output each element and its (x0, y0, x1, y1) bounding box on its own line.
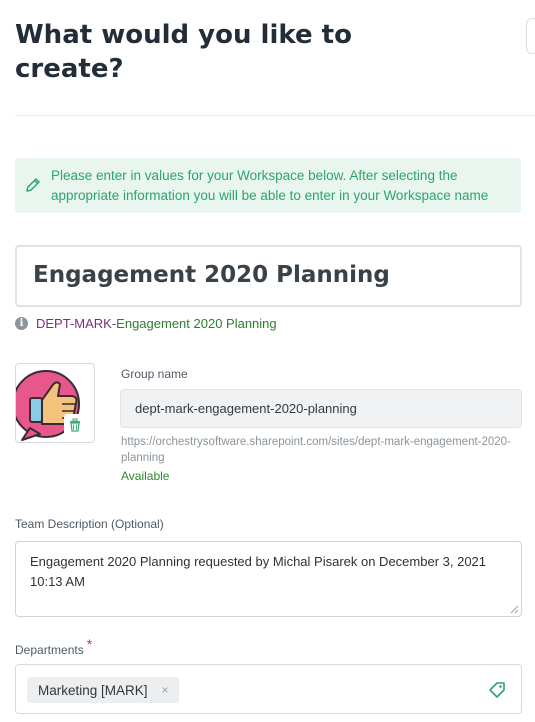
group-name-value[interactable]: dept-mark-engagement-2020-planning (135, 401, 357, 416)
delete-logo-button[interactable] (64, 414, 86, 436)
department-tag-label: Marketing [MARK] (38, 682, 148, 698)
description-textarea[interactable]: Engagement 2020 Planning requested by Mi… (15, 541, 522, 617)
resize-handle-icon[interactable] (509, 604, 519, 614)
info-banner: Please enter in values for your Workspac… (15, 158, 521, 213)
description-value[interactable]: Engagement 2020 Planning requested by Mi… (30, 552, 505, 592)
page-title: What would you like to create? (15, 20, 352, 84)
remove-tag-icon[interactable]: × (162, 683, 169, 697)
group-name-input[interactable]: dept-mark-engagement-2020-planning (120, 389, 522, 428)
tag-icon[interactable] (487, 680, 507, 700)
header-divider (15, 115, 535, 116)
group-availability-status: Available (121, 469, 170, 483)
description-label: Team Description (Optional) (15, 517, 164, 531)
header-action-button[interactable] (526, 18, 535, 54)
group-url: https://orchestrysoftware.sharepoint.com… (121, 436, 511, 464)
departments-label-text: Departments (15, 643, 84, 657)
pencil-icon (26, 178, 40, 192)
workspace-name-preview: i DEPT-MARK- Engagement 2020 Planning (15, 314, 277, 332)
info-icon: i (15, 316, 28, 330)
workspace-name-value[interactable]: Engagement 2020 Planning (33, 262, 390, 288)
departments-select[interactable]: Marketing [MARK] × (15, 664, 522, 714)
preview-name: Engagement 2020 Planning (116, 315, 277, 331)
departments-label: Departments * (15, 636, 92, 657)
info-banner-message: Please enter in values for your Workspac… (51, 168, 489, 203)
group-name-label: Group name (121, 367, 188, 381)
workspace-name-input[interactable]: Engagement 2020 Planning (15, 245, 522, 307)
required-marker: * (86, 636, 93, 652)
department-tag: Marketing [MARK] × (27, 677, 179, 703)
preview-prefix: DEPT-MARK- (36, 315, 117, 331)
trash-icon (70, 418, 80, 432)
